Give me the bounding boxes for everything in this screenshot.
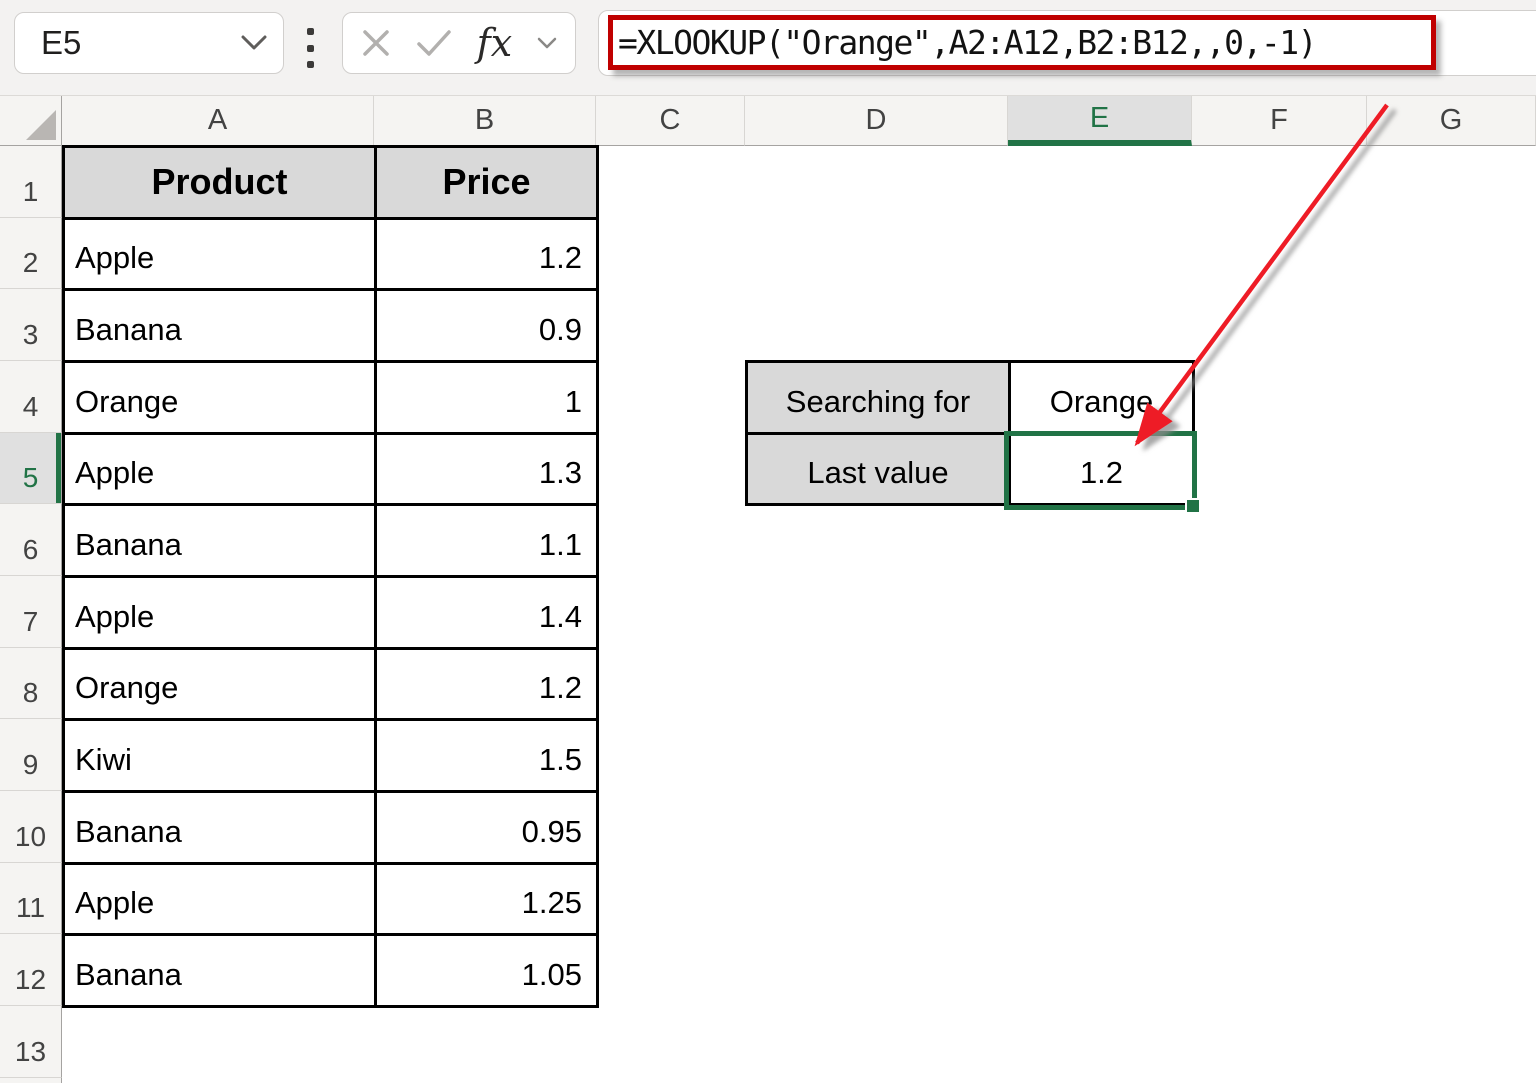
cell-b10[interactable]: 0.95: [377, 792, 599, 865]
cell-a7[interactable]: Apple: [65, 577, 377, 650]
fill-handle[interactable]: [1185, 498, 1201, 514]
cell-b12[interactable]: 1.05: [377, 936, 599, 1008]
row-header-7[interactable]: 7: [0, 575, 62, 648]
row-header-12[interactable]: 12: [0, 934, 62, 1006]
price-header-cell[interactable]: Price: [377, 148, 599, 220]
column-header-a[interactable]: A: [62, 96, 374, 146]
formula-highlight-box: =XLOOKUP("Orange",A2:A12,B2:B12,,0,-1): [608, 15, 1436, 70]
row-header-3[interactable]: 3: [0, 289, 62, 361]
cell-a12[interactable]: Banana: [65, 936, 377, 1008]
row-header-8[interactable]: 8: [0, 647, 62, 720]
row-header-11[interactable]: 11: [0, 862, 62, 935]
cell-d5-last-value[interactable]: Last value: [748, 434, 1011, 507]
formula-strip: E5 fx =XLOOKUP("Orange",A2:A12,B2:B12,,0…: [0, 0, 1536, 96]
cell-b11[interactable]: 1.25: [377, 864, 599, 937]
name-box-value: E5: [41, 24, 82, 61]
chevron-down-icon[interactable]: [241, 35, 267, 51]
cell-a6[interactable]: Banana: [65, 506, 377, 578]
row-header-9[interactable]: 9: [0, 719, 62, 791]
product-price-table: Product Price Apple 1.2 Banana 0.9 Orang…: [62, 145, 599, 1008]
row-header-1[interactable]: 1: [0, 146, 62, 218]
cell-b8[interactable]: 1.2: [377, 649, 599, 722]
formula-bar[interactable]: =XLOOKUP("Orange",A2:A12,B2:B12,,0,-1): [598, 10, 1536, 76]
select-all-corner[interactable]: [0, 96, 62, 146]
cell-e5-result[interactable]: 1.2: [1011, 434, 1195, 507]
insert-function-icon[interactable]: fx: [477, 24, 513, 62]
cell-a9[interactable]: Kiwi: [65, 721, 377, 793]
fx-chevron-down-icon[interactable]: [537, 37, 557, 50]
row-header-2[interactable]: 2: [0, 217, 62, 290]
row-header-5[interactable]: 5: [0, 432, 62, 505]
kebab-separator-icon: [303, 28, 317, 68]
cell-b4[interactable]: 1: [377, 362, 599, 435]
name-box[interactable]: E5: [14, 12, 284, 74]
row-headers: 1 2 3 4 5 6 7 8 9 10 11 12 13: [0, 146, 62, 1083]
cell-a11[interactable]: Apple: [65, 864, 377, 937]
row-header-13[interactable]: 13: [0, 1005, 62, 1078]
column-header-c[interactable]: C: [596, 96, 745, 146]
cell-e4-lookup-value[interactable]: Orange: [1011, 363, 1195, 435]
column-header-f[interactable]: F: [1192, 96, 1367, 146]
select-all-triangle-icon: [26, 110, 56, 140]
row-header-6[interactable]: 6: [0, 504, 62, 576]
cell-b5[interactable]: 1.3: [377, 434, 599, 507]
cell-a8[interactable]: Orange: [65, 649, 377, 722]
formula-text: =XLOOKUP("Orange",A2:A12,B2:B12,,0,-1): [618, 23, 1317, 62]
column-header-g[interactable]: G: [1367, 96, 1536, 146]
cell-a2[interactable]: Apple: [65, 219, 377, 292]
row-header-10[interactable]: 10: [0, 790, 62, 863]
spreadsheet-app: E5 fx =XLOOKUP("Orange",A2:A12,B2:B12,,0…: [0, 0, 1536, 1083]
column-headers: A B C D E F G: [62, 96, 1536, 146]
formula-buttons-group: fx: [342, 12, 576, 74]
row-header-4[interactable]: 4: [0, 360, 62, 433]
cell-b3[interactable]: 0.9: [377, 291, 599, 363]
row-header-partial: [0, 1077, 62, 1083]
cancel-x-icon[interactable]: [361, 28, 391, 58]
cell-b9[interactable]: 1.5: [377, 721, 599, 793]
product-header-cell[interactable]: Product: [65, 148, 377, 220]
enter-check-icon[interactable]: [416, 29, 452, 57]
lookup-table: Searching for Orange Last value 1.2: [745, 360, 1195, 507]
cell-a4[interactable]: Orange: [65, 362, 377, 435]
column-header-b[interactable]: B: [374, 96, 596, 146]
cell-a10[interactable]: Banana: [65, 792, 377, 865]
column-header-d[interactable]: D: [745, 96, 1008, 146]
cell-a5[interactable]: Apple: [65, 434, 377, 507]
cell-a3[interactable]: Banana: [65, 291, 377, 363]
cell-b2[interactable]: 1.2: [377, 219, 599, 292]
cell-b7[interactable]: 1.4: [377, 577, 599, 650]
column-header-e[interactable]: E: [1008, 96, 1192, 146]
cell-d4-searching-for[interactable]: Searching for: [748, 363, 1011, 435]
cell-b6[interactable]: 1.1: [377, 506, 599, 578]
